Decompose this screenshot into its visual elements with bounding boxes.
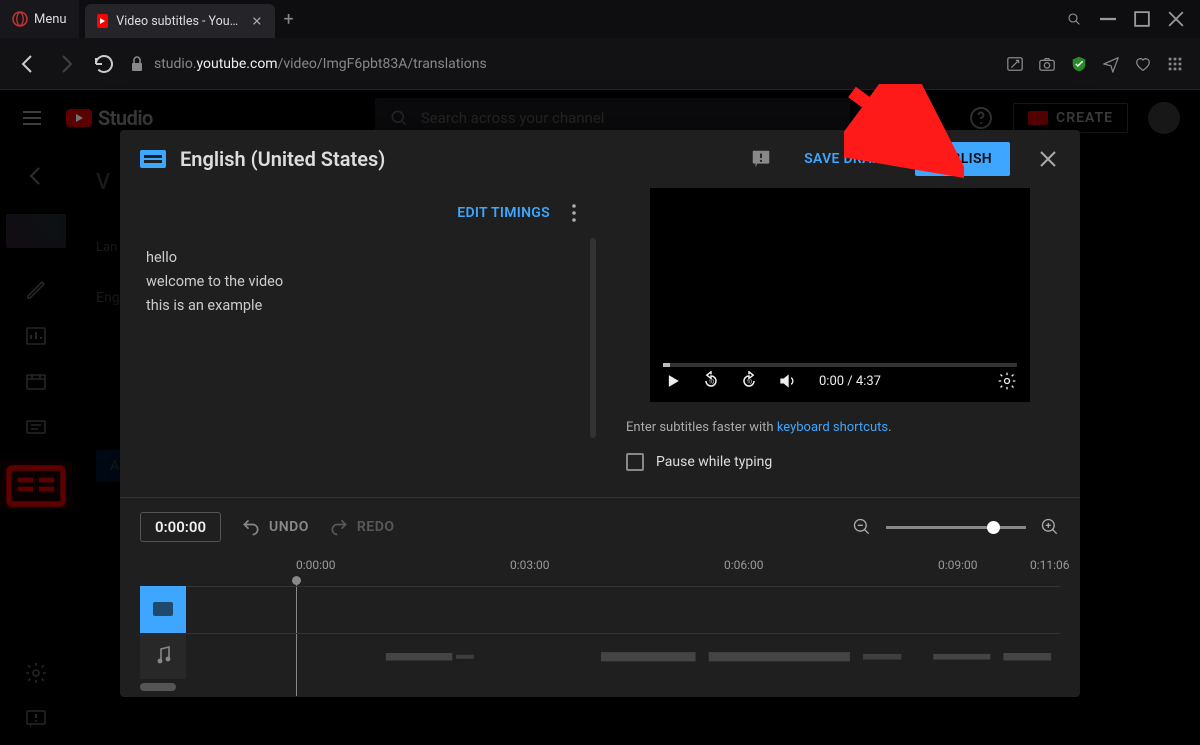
- easy-setup-icon[interactable]: [1166, 55, 1184, 73]
- heart-icon[interactable]: [1134, 55, 1152, 73]
- svg-text:10: 10: [709, 380, 715, 386]
- subtitle-track-label[interactable]: [140, 586, 186, 633]
- nav-forward-button: [54, 52, 78, 76]
- shield-icon[interactable]: [1070, 55, 1088, 73]
- browser-tab[interactable]: Video subtitles - YouTube S: [85, 4, 275, 38]
- youtube-favicon-icon: [97, 14, 109, 28]
- menu-label: Menu: [34, 12, 67, 27]
- save-draft-button[interactable]: SAVE DRAFT: [804, 151, 889, 167]
- timeline: 0:00:00 UNDO REDO 0:00:00 0:03:00 0:06:0…: [120, 497, 1080, 697]
- subtitle-track[interactable]: [186, 586, 1060, 633]
- snapshot-icon[interactable]: [1006, 55, 1024, 73]
- timeline-ruler[interactable]: 0:00:00 0:03:00 0:06:00 0:09:00 0:11:06: [140, 558, 1060, 586]
- new-tab-button[interactable]: +: [275, 0, 303, 38]
- url-bar: studio.youtube.com/video/ImgF6pbt83A/tra…: [0, 38, 1200, 90]
- lock-icon: [130, 56, 144, 72]
- forward-10-icon[interactable]: 10: [739, 371, 759, 391]
- undo-button[interactable]: UNDO: [241, 517, 309, 537]
- url-text[interactable]: studio.youtube.com/video/ImgF6pbt83A/tra…: [130, 56, 992, 72]
- keyboard-shortcuts-link[interactable]: keyboard shortcuts: [777, 420, 888, 435]
- play-icon[interactable]: [663, 371, 683, 391]
- timeline-current-time[interactable]: 0:00:00: [140, 512, 221, 542]
- report-feedback-icon[interactable]: [750, 148, 772, 170]
- edit-timings-button[interactable]: EDIT TIMINGS: [457, 205, 550, 221]
- nav-back-button[interactable]: [16, 52, 40, 76]
- zoom-in-icon[interactable]: [1040, 517, 1060, 537]
- subtitle-text-input[interactable]: hello welcome to the video this is an ex…: [120, 238, 600, 497]
- audio-track[interactable]: [186, 633, 1060, 680]
- window-minimize-icon[interactable]: [1100, 11, 1116, 27]
- send-icon[interactable]: [1102, 55, 1120, 73]
- modal-language-title: English (United States): [180, 147, 385, 171]
- keyboard-shortcuts-tip: Enter subtitles faster with keyboard sho…: [626, 420, 1054, 435]
- tab-title: Video subtitles - YouTube S: [116, 14, 243, 29]
- close-modal-button[interactable]: [1036, 147, 1060, 171]
- nav-reload-button[interactable]: [92, 52, 116, 76]
- pause-while-typing-checkbox[interactable]: [626, 453, 644, 471]
- zoom-out-icon[interactable]: [852, 517, 872, 537]
- svg-text:10: 10: [747, 380, 753, 386]
- pause-while-typing-label: Pause while typing: [656, 454, 772, 470]
- camera-icon[interactable]: [1038, 55, 1056, 73]
- audio-track-label[interactable]: [140, 633, 186, 680]
- subtitle-track-icon: [153, 602, 173, 616]
- opera-menu-button[interactable]: Menu: [0, 0, 79, 38]
- redo-button[interactable]: REDO: [329, 517, 395, 537]
- player-settings-icon[interactable]: [997, 371, 1017, 391]
- more-options-icon[interactable]: [562, 201, 586, 225]
- subtitle-scrollbar[interactable]: [590, 238, 596, 438]
- subtitle-editor-modal: English (United States) SAVE DRAFT PUBLI…: [120, 130, 1080, 697]
- window-maximize-icon[interactable]: [1134, 11, 1150, 27]
- window-close-icon[interactable]: [1168, 11, 1184, 27]
- video-player[interactable]: 10 10 0:00 / 4:37: [650, 188, 1030, 402]
- rewind-10-icon[interactable]: 10: [701, 371, 721, 391]
- publish-button[interactable]: PUBLISH: [915, 142, 1010, 176]
- audio-track-icon: [155, 646, 171, 666]
- browser-search-icon[interactable]: [1066, 11, 1082, 27]
- volume-icon[interactable]: [777, 371, 797, 391]
- timeline-scrollbar[interactable]: [140, 683, 1060, 691]
- zoom-slider[interactable]: [886, 526, 1026, 529]
- tab-close-icon[interactable]: [251, 14, 263, 28]
- player-time: 0:00 / 4:37: [819, 374, 881, 389]
- captions-icon: [140, 150, 166, 168]
